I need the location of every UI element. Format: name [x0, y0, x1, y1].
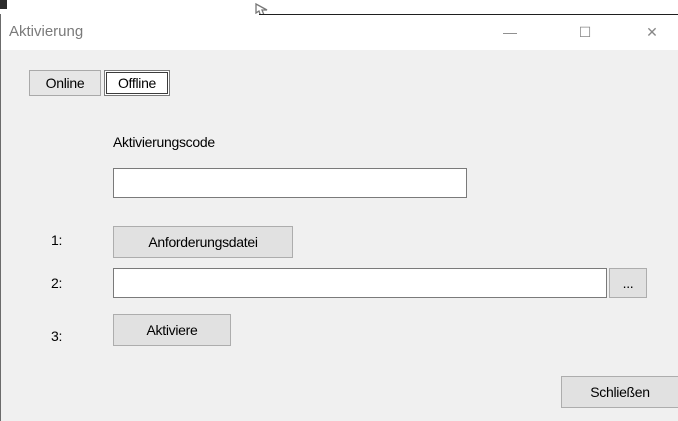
step-1-number: 1: — [51, 232, 63, 248]
close-button[interactable]: Schließen — [561, 376, 678, 408]
minimize-button[interactable]: — — [487, 14, 533, 50]
activation-code-input[interactable] — [113, 168, 467, 198]
request-file-button[interactable]: Anforderungsdatei — [113, 226, 293, 258]
background-mark — [0, 0, 7, 9]
title-bar-edge — [259, 14, 678, 15]
close-icon: ✕ — [646, 23, 658, 40]
close-window-button[interactable]: ✕ — [629, 14, 675, 50]
window-title: Aktivierung — [9, 23, 84, 40]
background-strip — [0, 0, 678, 14]
page: Aktivierung — ☐ ✕ Online Offline Aktivie… — [0, 0, 678, 421]
step-2-number: 2: — [51, 275, 63, 291]
minimize-icon: — — [503, 24, 517, 40]
step-3-number: 3: — [51, 328, 63, 344]
tab-offline[interactable]: Offline — [104, 70, 170, 96]
maximize-button[interactable]: ☐ — [562, 14, 608, 50]
activation-window: Aktivierung — ☐ ✕ Online Offline Aktivie… — [0, 14, 678, 421]
tab-online[interactable]: Online — [29, 70, 101, 96]
activation-code-label: Aktivierungscode — [113, 134, 215, 150]
maximize-icon: ☐ — [578, 23, 592, 40]
activate-button[interactable]: Aktiviere — [113, 314, 231, 346]
browse-button[interactable]: ... — [609, 268, 647, 298]
response-file-input[interactable] — [113, 268, 607, 298]
title-bar[interactable]: Aktivierung — ☐ ✕ — [1, 14, 678, 50]
